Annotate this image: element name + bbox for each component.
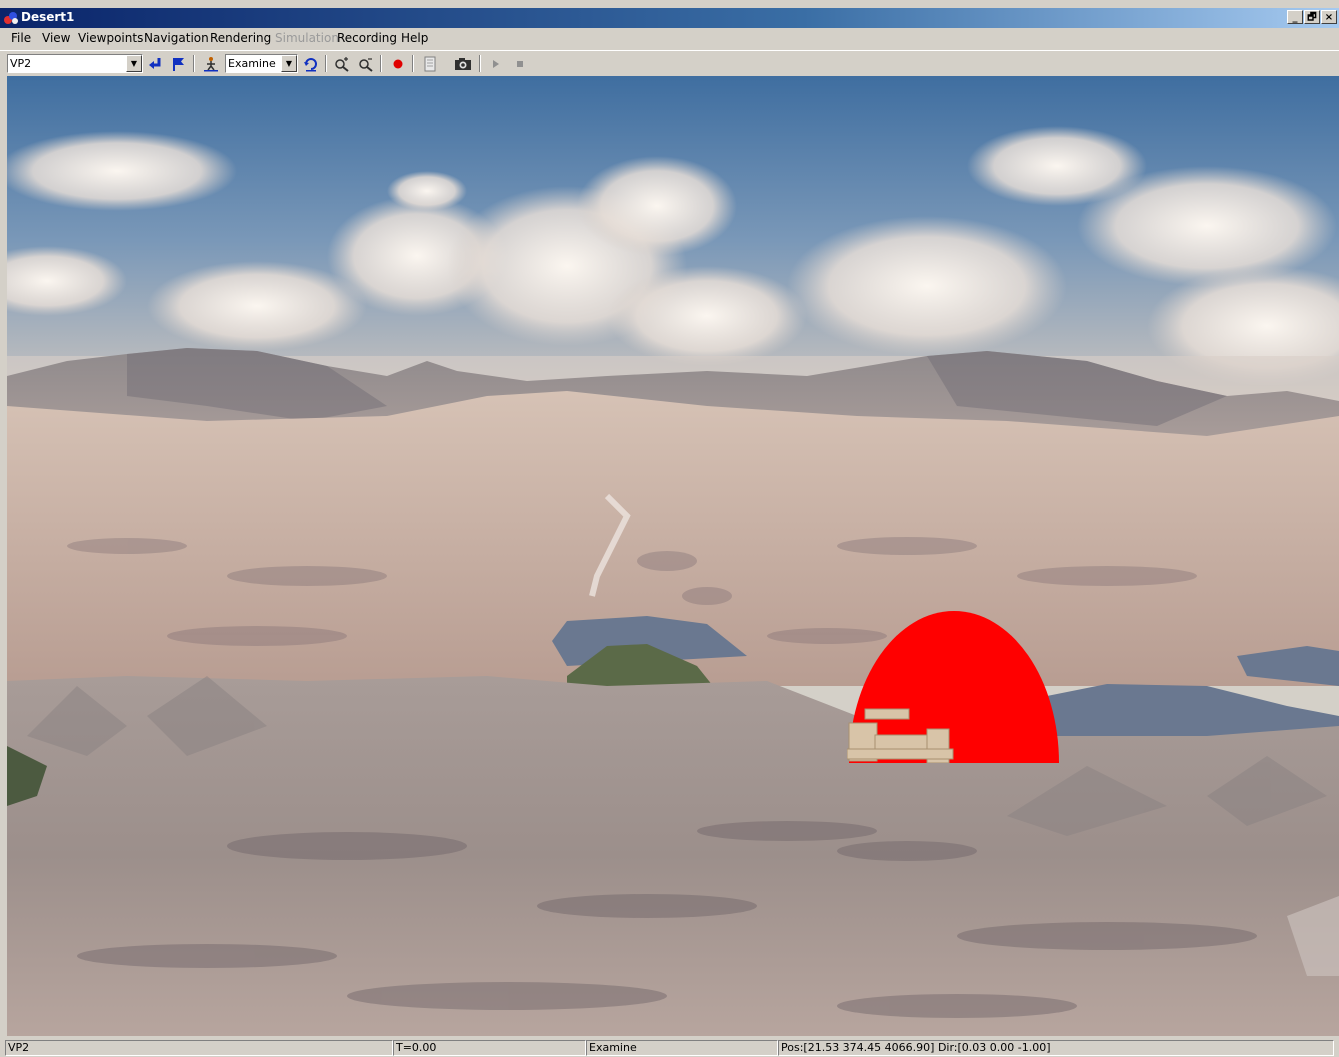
zoom-out-icon[interactable] [356, 54, 376, 73]
stop-icon[interactable] [510, 54, 530, 73]
viewpoint-select-value: VP2 [10, 57, 32, 70]
status-viewpoint: VP2 [5, 1040, 393, 1056]
menu-navigation[interactable]: Navigation [144, 31, 209, 45]
menu-bar: File View Viewpoints Navigation Renderin… [0, 28, 1339, 49]
terrain-scene [7, 76, 1339, 1036]
red-marker-dome[interactable] [847, 611, 1062, 763]
restore-button[interactable]: 🗗 [1304, 10, 1320, 24]
return-arrow-icon[interactable] [145, 54, 165, 73]
status-mode: Examine [586, 1040, 778, 1056]
document-icon[interactable] [420, 54, 440, 73]
viewpoint-select[interactable]: VP2 ▼ [7, 54, 143, 73]
navigation-mode-value: Examine [228, 57, 276, 70]
3d-viewport[interactable] [7, 76, 1339, 1036]
window-title-bar[interactable]: Desert1 _ 🗗 × [0, 8, 1339, 28]
play-icon[interactable] [486, 54, 506, 73]
chevron-down-icon[interactable]: ▼ [126, 55, 142, 72]
minimize-button[interactable]: _ [1287, 10, 1303, 24]
navigate-person-icon[interactable] [201, 54, 221, 73]
record-icon[interactable] [388, 54, 408, 73]
status-position: Pos:[21.53 374.45 4066.90] Dir:[0.03 0.0… [778, 1040, 1334, 1056]
menu-recording[interactable]: Recording [337, 31, 397, 45]
camera-icon[interactable] [453, 54, 473, 73]
window-title: Desert1 [21, 10, 75, 24]
menu-viewpoints[interactable]: Viewpoints [78, 31, 143, 45]
menu-simulation: Simulation [275, 31, 339, 45]
app-icon [4, 12, 18, 24]
menu-file[interactable]: File [11, 31, 31, 45]
flag-icon[interactable] [168, 54, 188, 73]
status-bar: VP2 T=0.00 Examine Pos:[21.53 374.45 406… [0, 1038, 1339, 1057]
chevron-down-icon[interactable]: ▼ [281, 55, 297, 72]
reset-view-icon[interactable] [301, 54, 321, 73]
close-button[interactable]: × [1321, 10, 1337, 24]
menu-view[interactable]: View [42, 31, 70, 45]
navigation-mode-select[interactable]: Examine ▼ [225, 54, 298, 73]
toolbar: VP2 ▼ Examine ▼ [0, 50, 1339, 76]
status-time: T=0.00 [393, 1040, 586, 1056]
menu-help[interactable]: Help [401, 31, 428, 45]
zoom-in-icon[interactable] [332, 54, 352, 73]
menu-rendering[interactable]: Rendering [210, 31, 271, 45]
